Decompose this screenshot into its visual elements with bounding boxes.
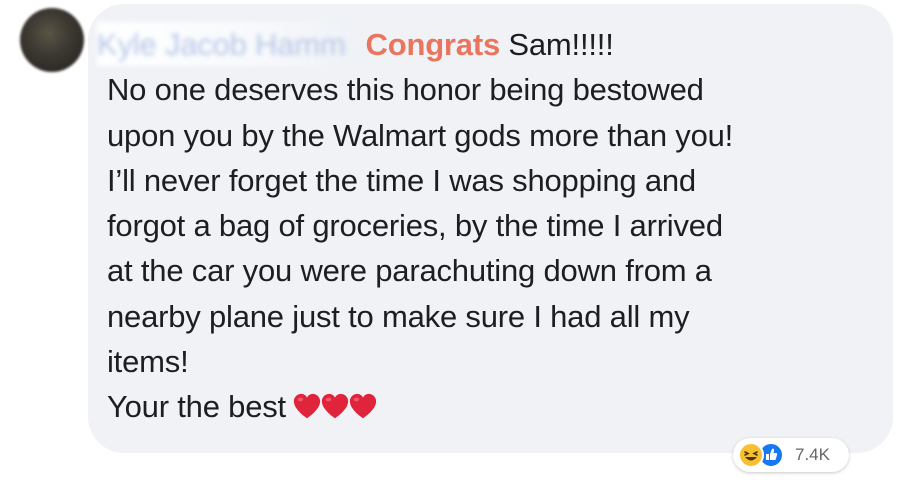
comment-line: nearby plane just to make sure I had all… [107,298,690,334]
author-name[interactable]: Kyle Jacob Hamm [97,22,360,66]
comment-line: Sam!!!!! [500,27,614,62]
haha-icon [738,442,764,468]
comment-line: items! [107,344,189,380]
hearts-emoji-group [292,388,377,433]
comment-line: at the car you were parachuting down fro… [107,253,712,289]
reactions-summary[interactable]: 7.4K [733,438,849,472]
highlighted-word: Congrats [365,27,501,62]
comment-line: No one deserves this honor being bestowe… [107,72,704,108]
comment-body: Kyle Jacob Hamm Congrats Sam!!!!! No one … [97,22,877,434]
reaction-count: 7.4K [795,445,830,464]
comment-line: upon you by the Walmart gods more than y… [107,117,734,153]
heart-emoji-icon [293,394,321,419]
heart-emoji-icon [349,394,377,419]
commenter-avatar[interactable] [20,8,84,72]
comment-line: I’ll never forget the time I was shoppin… [107,162,696,198]
comment-line: Your the best [107,389,286,425]
heart-emoji-icon [321,394,349,419]
comment-line: forgot a bag of groceries, by the time I… [107,208,723,244]
